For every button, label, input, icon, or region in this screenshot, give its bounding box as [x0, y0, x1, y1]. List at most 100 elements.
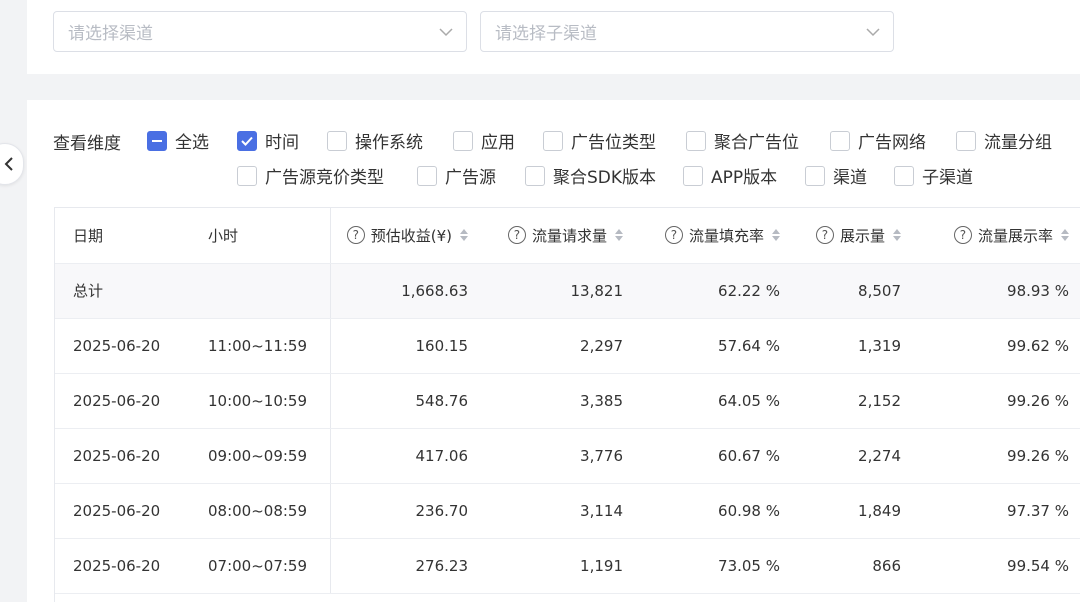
cell-requests: 3,385 — [480, 373, 635, 429]
checkbox[interactable] — [830, 130, 850, 151]
sort-icon[interactable] — [460, 229, 468, 242]
dim-checkbox-sdk-version[interactable]: 聚合SDK版本 — [525, 163, 656, 188]
col-header-show-rate[interactable]: ? 流量展示率 — [913, 208, 1080, 264]
cell-impressions: 2,274 — [792, 428, 913, 484]
dim-checkbox-app-version[interactable]: APP版本 — [683, 163, 777, 188]
dim-checkbox-app[interactable]: 应用 — [453, 128, 515, 153]
table-row: 2025-06-20 11:00~11:59 160.15 2,297 57.6… — [55, 318, 1080, 374]
cell-fill-rate: 64.05 % — [635, 373, 792, 429]
cell-show-rate: 97.37 % — [913, 483, 1080, 539]
cell-fill-rate: 73.05 % — [635, 538, 792, 594]
dim-checkbox-os[interactable]: 操作系统 — [327, 128, 423, 153]
dim-checkbox-ad-network[interactable]: 广告网络 — [830, 128, 926, 153]
dim-checkbox-traffic-group[interactable]: 流量分组 — [956, 128, 1052, 153]
dim-checkbox-ad-source[interactable]: 广告源 — [417, 163, 496, 188]
cell-revenue: 276.23 — [330, 538, 480, 594]
cell-fill-rate: 60.67 % — [635, 428, 792, 484]
help-icon[interactable]: ? — [664, 226, 683, 245]
help-icon[interactable]: ? — [815, 226, 834, 245]
cell-requests: 1,191 — [480, 538, 635, 594]
sidebar-toggle-button[interactable] — [0, 143, 24, 185]
cell-hour: 09:00~09:59 — [190, 428, 331, 484]
col-header-fill-rate[interactable]: ? 流量填充率 — [635, 208, 792, 264]
total-show-rate: 98.93 % — [913, 263, 1080, 319]
cell-date: 2025-06-20 — [55, 483, 190, 539]
total-hour — [190, 263, 331, 319]
checkbox[interactable] — [525, 165, 545, 186]
checkbox[interactable] — [686, 130, 706, 151]
cell-hour: 10:00~10:59 — [190, 373, 331, 429]
dim-checkbox-aggregate-slot[interactable]: 聚合广告位 — [686, 128, 799, 153]
cell-show-rate: 99.54 % — [913, 538, 1080, 594]
cell-date: 2025-06-20 — [55, 538, 190, 594]
cell-impressions: 866 — [792, 538, 913, 594]
left-rail — [0, 0, 10, 602]
dim-checkbox-time[interactable]: 时间 — [237, 128, 299, 153]
dimension-label: 查看维度 — [53, 134, 121, 154]
checked-checkbox[interactable] — [237, 130, 257, 151]
sub-channel-select-placeholder: 请选择子渠道 — [495, 24, 597, 44]
report-table: 日期 小时 ? 预估收益(¥) ? 流量请求量 ? 流量填充率 ? 展示量 ? … — [54, 207, 1080, 602]
help-icon[interactable]: ? — [953, 226, 972, 245]
cell-impressions: 1,319 — [792, 318, 913, 374]
cell-requests: 3,114 — [480, 483, 635, 539]
cell-revenue: 417.06 — [330, 428, 480, 484]
sort-icon[interactable] — [1061, 229, 1069, 242]
sort-icon[interactable] — [893, 229, 901, 242]
dim-checkbox-channel[interactable]: 渠道 — [805, 163, 867, 188]
col-header-requests[interactable]: ? 流量请求量 — [480, 208, 635, 264]
cell-show-rate: 99.62 % — [913, 318, 1080, 374]
checkbox[interactable] — [327, 130, 347, 151]
col-header-impressions[interactable]: ? 展示量 — [792, 208, 913, 264]
dim-checkbox-ad-slot-type[interactable]: 广告位类型 — [543, 128, 656, 153]
checkbox[interactable] — [543, 130, 563, 151]
chevron-down-icon — [439, 28, 453, 37]
checkbox[interactable] — [453, 130, 473, 151]
cell-fill-rate: 60.98 % — [635, 483, 792, 539]
help-icon[interactable]: ? — [346, 226, 365, 245]
cell-show-rate: 99.26 % — [913, 428, 1080, 484]
total-revenue: 1,668.63 — [330, 263, 480, 319]
checkbox[interactable] — [956, 130, 976, 151]
help-icon[interactable]: ? — [507, 226, 526, 245]
report-card: 查看维度 全选 时间 操作系统 应用 广告位类型 聚合广告位 广告网络 流量分组… — [27, 100, 1080, 602]
sort-icon[interactable] — [615, 229, 623, 242]
sort-icon[interactable] — [772, 229, 780, 242]
checkbox[interactable] — [417, 165, 437, 186]
total-impressions: 8,507 — [792, 263, 913, 319]
channel-select-placeholder: 请选择渠道 — [68, 24, 153, 44]
cell-revenue: 160.15 — [330, 318, 480, 374]
col-header-hour: 小时 — [190, 208, 331, 264]
table-row: 2025-06-20 08:00~08:59 236.70 3,114 60.9… — [55, 483, 1080, 539]
col-header-date: 日期 — [55, 208, 190, 264]
total-fill-rate: 62.22 % — [635, 263, 792, 319]
sub-channel-select[interactable]: 请选择子渠道 — [480, 11, 894, 52]
cell-revenue: 236.70 — [330, 483, 480, 539]
table-row: 2025-06-20 10:00~10:59 548.76 3,385 64.0… — [55, 373, 1080, 429]
cell-date: 2025-06-20 — [55, 428, 190, 484]
dim-checkbox-select-all[interactable]: 全选 — [147, 128, 209, 153]
cell-impressions: 1,849 — [792, 483, 913, 539]
cell-date: 2025-06-20 — [55, 318, 190, 374]
total-requests: 13,821 — [480, 263, 635, 319]
checkbox[interactable] — [805, 165, 825, 186]
table-row: 2025-06-20 09:00~09:59 417.06 3,776 60.6… — [55, 428, 1080, 484]
checkbox[interactable] — [683, 165, 703, 186]
cell-requests: 3,776 — [480, 428, 635, 484]
channel-select[interactable]: 请选择渠道 — [53, 11, 467, 52]
cell-requests: 2,297 — [480, 318, 635, 374]
total-row: 总计 1,668.63 13,821 62.22 % 8,507 98.93 % — [55, 263, 1080, 319]
filter-card: 请选择渠道 请选择子渠道 — [27, 0, 1080, 74]
table-header-row: 日期 小时 ? 预估收益(¥) ? 流量请求量 ? 流量填充率 ? 展示量 ? … — [55, 208, 1080, 264]
col-header-revenue[interactable]: ? 预估收益(¥) — [330, 208, 480, 264]
cell-impressions: 2,152 — [792, 373, 913, 429]
cell-hour: 07:00~07:59 — [190, 538, 331, 594]
checkbox[interactable] — [894, 165, 914, 186]
chevron-down-icon — [866, 28, 880, 37]
dim-checkbox-sub-channel[interactable]: 子渠道 — [894, 163, 973, 188]
dim-checkbox-bid-type[interactable]: 广告源竞价类型 — [237, 163, 384, 188]
checkbox[interactable] — [237, 165, 257, 186]
indeterminate-checkbox[interactable] — [147, 130, 167, 151]
chevron-left-icon — [4, 157, 13, 171]
table-row: 2025-06-20 07:00~07:59 276.23 1,191 73.0… — [55, 538, 1080, 594]
